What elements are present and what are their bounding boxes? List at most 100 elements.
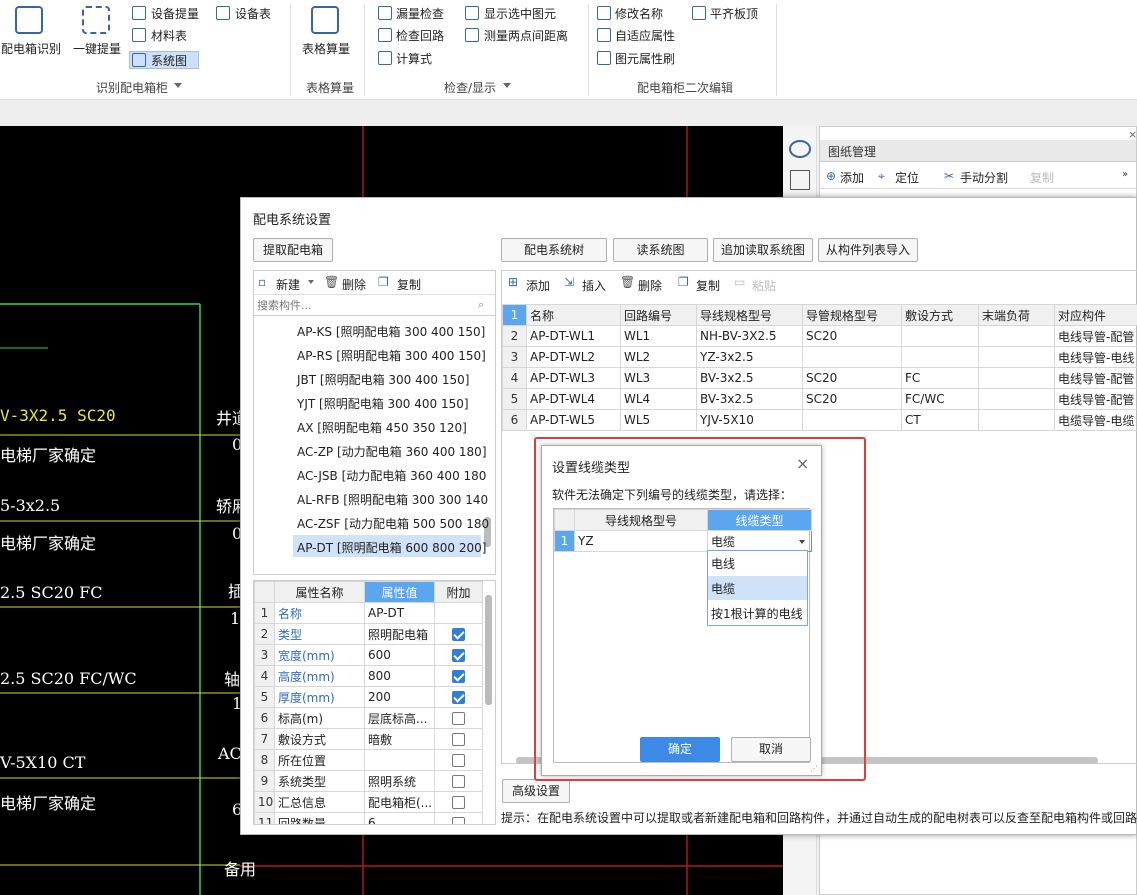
attr-brush-button[interactable]: 图元属性刷 bbox=[615, 50, 675, 67]
table-cell[interactable]: CT bbox=[901, 409, 979, 431]
table-cell[interactable] bbox=[901, 325, 979, 347]
table-cell[interactable]: WL3 bbox=[620, 367, 697, 389]
tree-item[interactable]: AC-JSB [动力配电箱 360 400 180 bbox=[297, 467, 486, 484]
property-row[interactable]: 7 敷设方式 暗敷 bbox=[254, 728, 483, 750]
property-value[interactable]: AP-DT bbox=[364, 602, 435, 624]
table-cell[interactable]: NH-BV-3X2.5 bbox=[696, 325, 803, 347]
property-row[interactable]: 10 汇总信息 配电箱柜(... bbox=[254, 791, 483, 813]
insert-button[interactable]: 插入 bbox=[582, 277, 606, 294]
attach-checkbox[interactable] bbox=[452, 691, 465, 704]
tree-item[interactable]: AP-DT [照明配电箱 600 800 200] bbox=[297, 539, 486, 556]
scrollbar-thumb[interactable] bbox=[485, 595, 492, 705]
table-calc-button[interactable]: 表格算量 bbox=[302, 40, 350, 57]
table-cell[interactable] bbox=[978, 325, 1055, 347]
identify-box-button[interactable]: 配电箱识别 bbox=[1, 40, 61, 57]
copy-button[interactable]: 复制 bbox=[1030, 169, 1054, 186]
table-cell[interactable]: AP-DT-WL2 bbox=[526, 346, 621, 368]
property-value[interactable]: 600 bbox=[364, 644, 435, 666]
table-cell[interactable]: WL1 bbox=[620, 325, 697, 347]
missing-check-button[interactable]: 漏量检查 bbox=[396, 5, 444, 22]
table-row[interactable]: 4 AP-DT-WL3 WL3 BV-3x2.5 SC20 FC 电线导管-配管 bbox=[502, 367, 1137, 389]
add-button[interactable]: 添加 bbox=[526, 277, 550, 294]
property-row[interactable]: 1 名称 AP-DT bbox=[254, 602, 483, 624]
property-value[interactable]: 照明配电箱 bbox=[364, 623, 435, 645]
show-selected-button[interactable]: 显示选中图元 bbox=[484, 5, 556, 22]
material-table-button[interactable]: 材料表 bbox=[151, 27, 187, 44]
tree-item[interactable]: AP-RS [照明配电箱 300 400 150] bbox=[297, 347, 486, 364]
property-value[interactable]: 暗敷 bbox=[364, 728, 435, 750]
import-list-button[interactable]: 从构件列表导入 bbox=[818, 238, 918, 262]
property-row[interactable]: 5 厚度(mm) 200 bbox=[254, 686, 483, 708]
close-icon[interactable]: × bbox=[1128, 128, 1137, 141]
table-cell[interactable]: FC/WC bbox=[901, 388, 979, 410]
property-row[interactable]: 9 系统类型 照明系统 bbox=[254, 770, 483, 792]
locate-button[interactable]: 定位 bbox=[895, 169, 919, 186]
measure-distance-button[interactable]: 测量两点间距离 bbox=[484, 27, 568, 44]
property-value[interactable]: 6 bbox=[364, 812, 435, 824]
table-row[interactable]: 2 AP-DT-WL1 WL1 NH-BV-3X2.5 SC20 电线导管-配管 bbox=[502, 325, 1137, 347]
copy-button[interactable]: 复制 bbox=[397, 276, 421, 293]
table-cell[interactable]: 电线导管-电线 bbox=[1054, 346, 1137, 368]
adaptive-attr-button[interactable]: 自适应属性 bbox=[615, 27, 675, 44]
one-key-extract-button[interactable]: 一键提量 bbox=[73, 40, 121, 57]
append-read-button[interactable]: 追加读取系统图 bbox=[713, 238, 813, 262]
property-row[interactable]: 8 所在位置 bbox=[254, 749, 483, 771]
table-cell[interactable]: 电线导管-配管 bbox=[1054, 388, 1137, 410]
table-cell[interactable]: AP-DT-WL3 bbox=[526, 367, 621, 389]
property-value[interactable]: 层底标高... bbox=[364, 707, 435, 729]
device-qty-button[interactable]: 设备提量 bbox=[151, 5, 199, 22]
attach-checkbox[interactable] bbox=[452, 649, 465, 662]
attach-checkbox[interactable] bbox=[452, 754, 465, 767]
tree-item[interactable]: JBT [照明配电箱 300 400 150] bbox=[297, 371, 469, 388]
table-cell[interactable]: AP-DT-WL1 bbox=[526, 325, 621, 347]
add-button[interactable]: 添加 bbox=[840, 169, 864, 186]
system-diagram-button[interactable]: 系统图 bbox=[151, 52, 187, 69]
property-row[interactable]: 11 回路数量 6 bbox=[254, 812, 483, 824]
advanced-settings-button[interactable]: 高级设置 bbox=[502, 779, 570, 803]
table-cell[interactable]: WL5 bbox=[620, 409, 697, 431]
read-diagram-button[interactable]: 读系统图 bbox=[613, 238, 708, 262]
paste-button[interactable]: 粘贴 bbox=[752, 277, 776, 294]
tree-item[interactable]: AP-KS [照明配电箱 300 400 150] bbox=[297, 323, 485, 340]
property-value[interactable] bbox=[364, 749, 435, 771]
property-row[interactable]: 6 标高(m) 层底标高... bbox=[254, 707, 483, 729]
table-cell[interactable]: 电缆导管-电缆 bbox=[1054, 409, 1137, 431]
copy-button[interactable]: 复制 bbox=[696, 277, 720, 294]
table-cell[interactable] bbox=[978, 346, 1055, 368]
align-top-button[interactable]: 平齐板顶 bbox=[710, 5, 758, 22]
extract-box-button[interactable]: 提取配电箱 bbox=[253, 238, 333, 262]
table-cell[interactable]: WL2 bbox=[620, 346, 697, 368]
table-cell[interactable]: SC20 bbox=[802, 367, 902, 389]
check-loop-button[interactable]: 检查回路 bbox=[396, 27, 444, 44]
table-cell[interactable]: 电线导管-配管 bbox=[1054, 367, 1137, 389]
new-button[interactable]: 新建 bbox=[276, 276, 300, 293]
attach-checkbox[interactable] bbox=[452, 712, 465, 725]
table-cell[interactable] bbox=[802, 409, 902, 431]
table-cell[interactable] bbox=[901, 346, 979, 368]
manual-split-button[interactable]: 手动分割 bbox=[960, 169, 1008, 186]
table-row[interactable]: 6 AP-DT-WL5 WL5 YJV-5X10 CT 电缆导管-电缆 bbox=[502, 409, 1137, 431]
table-cell[interactable]: YJV-5X10 bbox=[696, 409, 803, 431]
property-row[interactable]: 4 高度(mm) 800 bbox=[254, 665, 483, 687]
tree-item[interactable]: AC-ZSF [动力配电箱 500 500 180 bbox=[297, 515, 489, 532]
attach-checkbox[interactable] bbox=[452, 817, 465, 824]
table-cell[interactable]: AP-DT-WL4 bbox=[526, 388, 621, 410]
device-table-button[interactable]: 设备表 bbox=[235, 5, 271, 22]
tree-item[interactable]: AX [照明配电箱 450 350 120] bbox=[297, 419, 467, 436]
table-cell[interactable] bbox=[978, 367, 1055, 389]
table-cell[interactable]: SC20 bbox=[802, 325, 902, 347]
table-cell[interactable] bbox=[978, 388, 1055, 410]
attach-checkbox[interactable] bbox=[452, 775, 465, 788]
property-value[interactable]: 800 bbox=[364, 665, 435, 687]
table-row[interactable]: 5 AP-DT-WL4 WL4 BV-3x2.5 SC20 FC/WC 电线导管-配管 bbox=[502, 388, 1137, 410]
table-row[interactable]: 3 AP-DT-WL2 WL2 YZ-3x2.5 电线导管-电线 bbox=[502, 346, 1137, 368]
more-icon[interactable]: » bbox=[1122, 169, 1128, 180]
property-row[interactable]: 3 宽度(mm) 600 bbox=[254, 644, 483, 666]
property-value[interactable]: 200 bbox=[364, 686, 435, 708]
chevron-down-icon[interactable] bbox=[503, 83, 511, 88]
attach-checkbox[interactable] bbox=[452, 670, 465, 683]
table-cell[interactable]: AP-DT-WL5 bbox=[526, 409, 621, 431]
search-input[interactable] bbox=[254, 296, 495, 316]
chevron-down-icon[interactable] bbox=[308, 280, 314, 284]
table-cell[interactable]: WL4 bbox=[620, 388, 697, 410]
